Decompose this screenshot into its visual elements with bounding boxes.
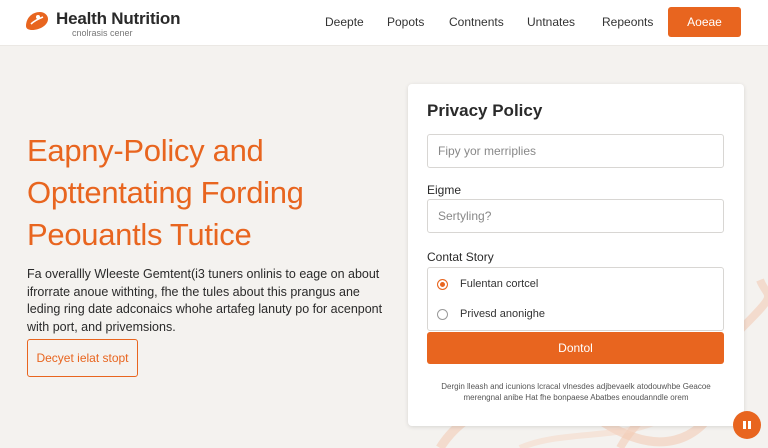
chat-button[interactable]	[733, 411, 761, 439]
hero-title: Eapny-Policy and Opttentating Fording Pe…	[27, 130, 387, 256]
nav-item-3[interactable]: Contnents	[449, 15, 504, 29]
chat-icon	[743, 421, 751, 429]
header-cta-button[interactable]: Aoeae	[668, 7, 741, 37]
radio-option-2[interactable]: Privesd anonighe	[428, 300, 725, 330]
leaf-hand-icon	[26, 12, 48, 30]
hero-title-line-1: Eapny-Policy and	[27, 133, 264, 168]
brand-tagline: cnolrasis cener	[72, 28, 133, 38]
hero-title-line-2: Opttentating Fording	[27, 175, 304, 210]
field2-label: Eigme	[427, 183, 462, 197]
top-navbar: Health Nutrition cnolrasis cener Deepte …	[0, 0, 768, 46]
nav-item-2[interactable]: Popots	[387, 15, 424, 29]
brand-name: Health Nutrition	[56, 9, 181, 28]
privacy-form-card: Privacy Policy Eigme Contat Story Fulent…	[408, 84, 744, 426]
radio-button-checked[interactable]	[437, 279, 448, 290]
form-fineprint: Dergin lleash and icunions lcracal vlnes…	[441, 382, 711, 402]
hero-title-line-3: Peouantls Tutice	[27, 217, 252, 252]
nav-item-1[interactable]: Deepte	[325, 15, 364, 29]
brand-logo[interactable]: Health Nutrition cnolrasis cener	[22, 6, 222, 40]
hero-description: Fa overallly Wleeste Gemtent(i3 tuners o…	[27, 267, 383, 334]
hero-secondary-button[interactable]: Decyet ielat stopt	[27, 339, 138, 377]
radio-button-unchecked[interactable]	[437, 309, 448, 320]
submit-button[interactable]: Dontol	[427, 332, 724, 364]
nav-item-5[interactable]: Repeonts	[602, 15, 653, 29]
radio-option-2-label: Privesd anonighe	[460, 308, 546, 320]
contact-radio-group: Fulentan cortcel Privesd anonighe	[427, 267, 724, 331]
nav-item-4[interactable]: Untnates	[527, 15, 575, 29]
preferences-input[interactable]	[427, 134, 724, 168]
radio-group-label: Contat Story	[427, 250, 494, 264]
settings-input[interactable]	[427, 199, 724, 233]
radio-option-1[interactable]: Fulentan cortcel	[428, 270, 725, 300]
form-title: Privacy Policy	[427, 101, 543, 120]
radio-option-1-label: Fulentan cortcel	[460, 278, 539, 290]
